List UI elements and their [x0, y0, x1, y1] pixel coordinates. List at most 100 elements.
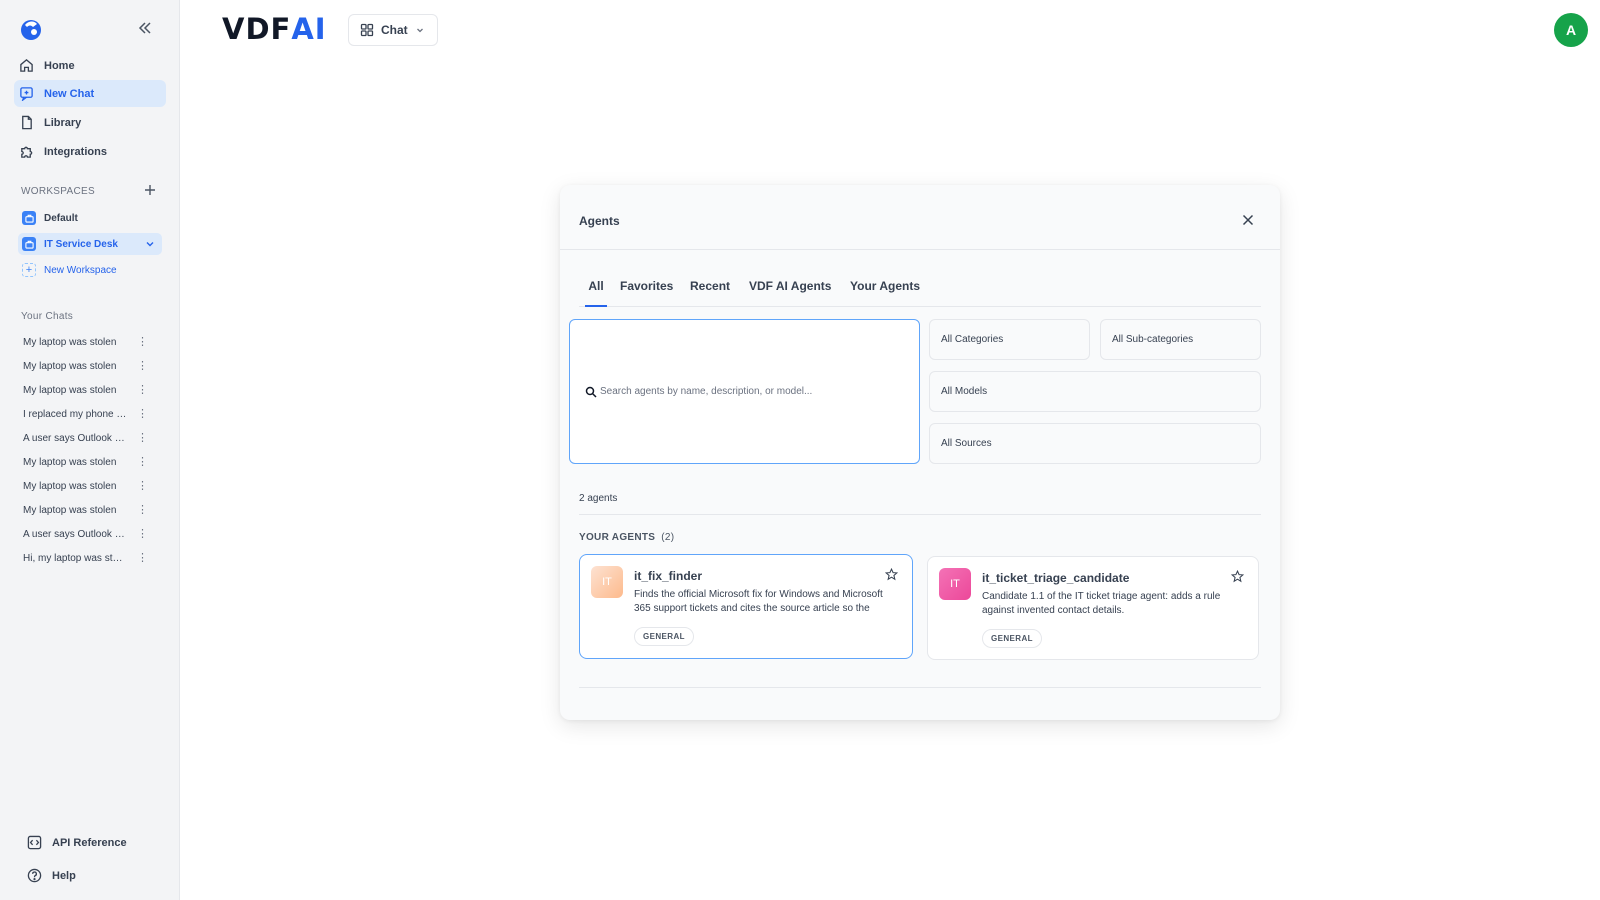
agents-modal: Agents All Favorites Recent VDF AI Agent… [560, 185, 1280, 720]
more-options-icon[interactable]: ⋮ [137, 433, 148, 444]
mode-selector-label: Chat [381, 23, 408, 37]
chat-item[interactable]: I replaced my phone and ⋮ [23, 405, 148, 423]
workspace-default[interactable]: Default [18, 207, 162, 229]
agent-description: Candidate 1.1 of the IT ticket triage ag… [982, 591, 1221, 616]
chat-item-title: My laptop was stolen [23, 384, 117, 396]
brand-wordmark[interactable]: VDF AI [222, 12, 327, 46]
category-badge: GENERAL [982, 629, 1042, 648]
puzzle-icon [19, 144, 34, 159]
your-chats-label: Your Chats [21, 311, 74, 322]
chat-item-title: A user says Outlook keeps [23, 528, 128, 540]
more-options-icon[interactable]: ⋮ [137, 505, 148, 516]
tab-recent[interactable]: Recent [690, 279, 730, 307]
tab-your-agents[interactable]: Your Agents [850, 279, 920, 307]
agent-card[interactable]: IT it_fix_finder Finds the official Micr… [579, 554, 913, 659]
close-icon[interactable] [1241, 213, 1255, 227]
agent-avatar: IT [591, 566, 623, 598]
new-workspace-label: New Workspace [44, 264, 117, 276]
star-icon[interactable] [885, 568, 898, 581]
api-reference-label: API Reference [52, 836, 127, 849]
agent-name: it_ticket_triage_candidate [982, 571, 1130, 585]
grid-icon [360, 23, 374, 37]
help-link[interactable]: Help [27, 868, 76, 883]
chat-item-title: My laptop was stolen [23, 360, 117, 372]
collapse-sidebar-icon[interactable] [137, 20, 153, 36]
your-agents-heading: YOUR AGENTS (2) [579, 532, 674, 543]
chat-item-title: A user says Outlook keeps [23, 432, 128, 444]
workspace-it-service-desk[interactable]: IT Service Desk [18, 233, 162, 255]
tab-all[interactable]: All [585, 279, 607, 307]
tab-favorites[interactable]: Favorites [620, 279, 673, 307]
nav-new-chat[interactable]: New Chat [14, 80, 166, 107]
chat-item[interactable]: My laptop was stolen ⋮ [23, 381, 148, 399]
nav-integrations[interactable]: Integrations [14, 138, 166, 165]
more-options-icon[interactable]: ⋮ [137, 529, 148, 540]
more-options-icon[interactable]: ⋮ [137, 409, 148, 420]
user-avatar[interactable]: A [1554, 13, 1588, 47]
code-icon [27, 835, 42, 850]
search-input[interactable] [600, 386, 900, 397]
briefcase-icon [22, 211, 36, 225]
chat-item-title: My laptop was stolen [23, 456, 117, 468]
chat-item[interactable]: A user says Outlook keeps ⋮ [23, 429, 148, 447]
file-icon [19, 115, 34, 130]
workspaces-label: WORKSPACES [21, 186, 95, 197]
your-agents-count: (2) [661, 532, 675, 543]
chat-item[interactable]: A user says Outlook keeps ⋮ [23, 525, 148, 543]
chat-item[interactable]: My laptop was stolen ⋮ [23, 357, 148, 375]
brand-part-1: VDF [222, 12, 292, 46]
star-icon[interactable] [1231, 570, 1244, 583]
chat-item[interactable]: My laptop was stolen ⋮ [23, 333, 148, 351]
your-agents-label: YOUR AGENTS [579, 532, 656, 543]
search-icon [585, 386, 597, 398]
source-filter[interactable]: All Sources [929, 423, 1261, 464]
new-workspace-button[interactable]: + New Workspace [18, 259, 162, 281]
chat-item-title: I replaced my phone and [23, 408, 128, 420]
add-workspace-icon[interactable] [144, 184, 156, 196]
more-options-icon[interactable]: ⋮ [137, 385, 148, 396]
modal-title: Agents [579, 214, 620, 228]
nav-library-label: Library [44, 116, 82, 129]
more-options-icon[interactable]: ⋮ [137, 361, 148, 372]
category-badge: GENERAL [634, 627, 694, 646]
new-chat-icon [19, 86, 34, 101]
mode-selector-button[interactable]: Chat [348, 14, 438, 46]
help-icon [27, 868, 42, 883]
divider [579, 514, 1261, 515]
category-filter[interactable]: All Categories [929, 319, 1090, 360]
plus-icon: + [22, 263, 36, 277]
agent-count: 2 agents [579, 493, 618, 504]
tab-vdf-ai-agents[interactable]: VDF AI Agents [749, 279, 831, 307]
agent-name: it_fix_finder [634, 569, 703, 583]
more-options-icon[interactable]: ⋮ [137, 337, 148, 348]
nav-home[interactable]: Home [14, 52, 166, 79]
more-options-icon[interactable]: ⋮ [137, 457, 148, 468]
workspace-default-label: Default [44, 212, 78, 224]
chat-item[interactable]: My laptop was stolen ⋮ [23, 477, 148, 495]
agent-card[interactable]: IT it_ticket_triage_candidate Candidate … [927, 556, 1259, 660]
nav-home-label: Home [44, 59, 75, 72]
nav-new-chat-label: New Chat [44, 87, 95, 100]
chat-item[interactable]: My laptop was stolen ⋮ [23, 501, 148, 519]
subcategory-filter[interactable]: All Sub-categories [1100, 319, 1261, 360]
modal-divider [560, 249, 1280, 250]
chat-item-title: Hi, my laptop was stolen [23, 552, 128, 564]
search-field[interactable] [569, 319, 920, 464]
brand-logo-icon[interactable] [19, 17, 43, 41]
help-label: Help [52, 869, 76, 882]
nav-library[interactable]: Library [14, 109, 166, 136]
more-options-icon[interactable]: ⋮ [137, 553, 148, 564]
divider [579, 687, 1261, 688]
chat-item-title: My laptop was stolen [23, 480, 117, 492]
workspace-it-service-desk-label: IT Service Desk [44, 238, 118, 250]
chat-item[interactable]: My laptop was stolen ⋮ [23, 453, 148, 471]
chat-item[interactable]: Hi, my laptop was stolen ⋮ [23, 549, 148, 567]
api-reference-link[interactable]: API Reference [27, 835, 127, 850]
agent-avatar: IT [939, 568, 971, 600]
chevron-down-icon[interactable] [144, 238, 156, 250]
more-options-icon[interactable]: ⋮ [137, 481, 148, 492]
briefcase-icon [22, 237, 36, 251]
model-filter[interactable]: All Models [929, 371, 1261, 412]
home-icon [19, 58, 34, 73]
chat-item-title: My laptop was stolen [23, 504, 117, 516]
